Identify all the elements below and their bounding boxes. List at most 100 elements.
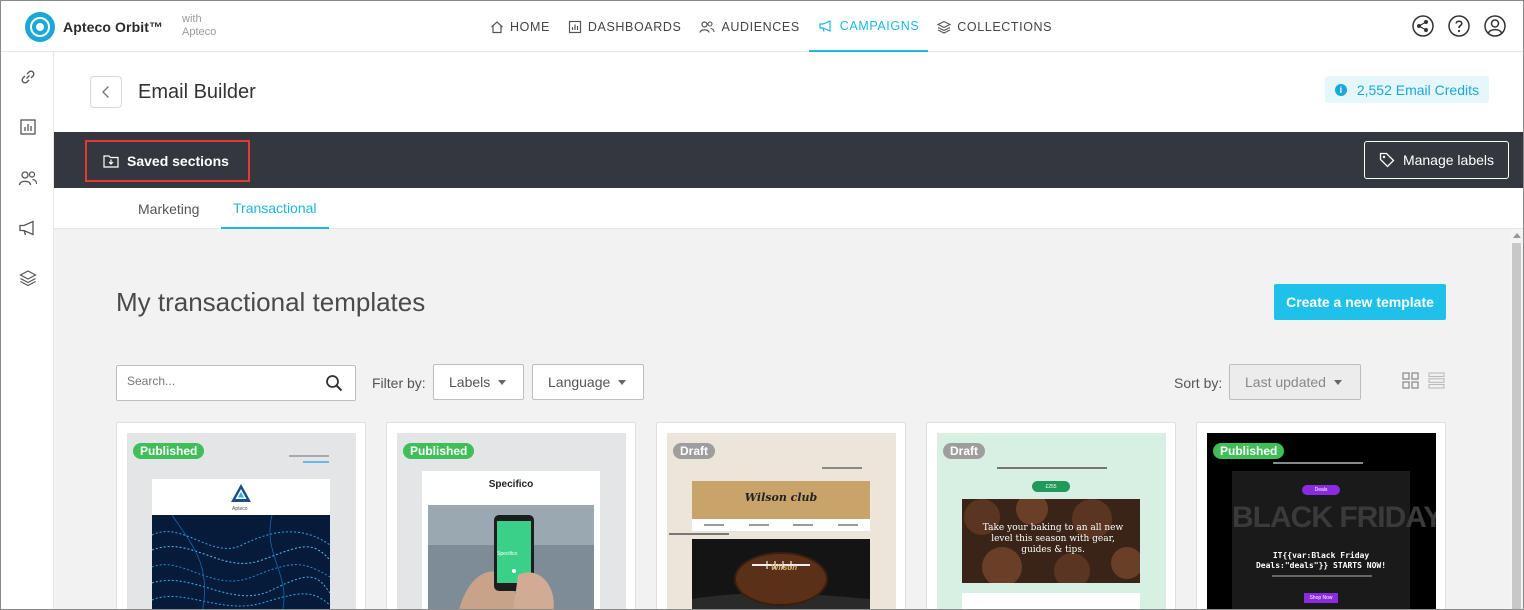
page-title: Email Builder bbox=[138, 81, 256, 103]
apteco-label: Apteco bbox=[182, 26, 217, 38]
nav-home[interactable]: HOME bbox=[481, 1, 559, 52]
saved-sections-button[interactable]: Saved sections bbox=[85, 140, 250, 182]
email-credits-badge: i 2,552 Email Credits bbox=[1324, 76, 1489, 103]
nav-audiences[interactable]: AUDIENCES bbox=[690, 1, 808, 52]
phone-photo-image bbox=[428, 505, 594, 609]
football-brand-text: Wilson bbox=[771, 563, 798, 572]
search-input[interactable] bbox=[127, 374, 317, 388]
section-title: My transactional templates bbox=[116, 287, 426, 317]
filter-by-label: Filter by: bbox=[372, 375, 426, 391]
football-image bbox=[692, 539, 870, 609]
nav-campaigns-label: CAMPAIGNS bbox=[839, 18, 920, 33]
card-cta-text: £255 bbox=[1045, 483, 1057, 490]
card-cta-text: Shop Now bbox=[1309, 595, 1333, 601]
template-card[interactable]: Draft £255 Take your baking to an all ne… bbox=[926, 422, 1176, 609]
create-template-button[interactable]: Create a new template bbox=[1274, 284, 1446, 320]
vertical-scrollbar[interactable] bbox=[1510, 229, 1523, 609]
chevron-left-icon bbox=[102, 86, 109, 98]
template-thumbnail: Draft Wilson club Wilson bbox=[667, 433, 896, 609]
template-thumbnail: Published Deals BLACK FRIDAY IT{{var:Bla… bbox=[1207, 433, 1436, 609]
chevron-down-icon bbox=[1333, 379, 1342, 385]
status-badge: Draft bbox=[943, 443, 986, 459]
apteco-brand-text: Apteco bbox=[232, 506, 248, 512]
black-friday-text: BLACK FRIDAY bbox=[1232, 501, 1436, 534]
nav-collections[interactable]: COLLECTIONS bbox=[928, 1, 1061, 52]
deals-pill-text: Deals bbox=[1314, 487, 1328, 493]
info-icon: i bbox=[1334, 83, 1347, 96]
card-headline: IT{{var:Black Friday Deals:"deals"}} STA… bbox=[1255, 551, 1387, 570]
builder-toolbar: Saved sections Manage labels bbox=[54, 132, 1523, 188]
layers-icon[interactable] bbox=[18, 268, 38, 288]
sort-dropdown-value: Last updated bbox=[1245, 374, 1326, 390]
help-icon[interactable] bbox=[1447, 14, 1471, 38]
card-headline: Take your baking to an all new level thi… bbox=[982, 523, 1124, 555]
view-toggle bbox=[1402, 372, 1445, 389]
search-box bbox=[116, 365, 356, 401]
share-network-icon[interactable] bbox=[1411, 14, 1435, 38]
labels-dropdown-value: Labels bbox=[449, 374, 491, 390]
megaphone-icon[interactable] bbox=[18, 218, 38, 238]
back-button[interactable] bbox=[90, 76, 122, 108]
app-frame: Apteco Orbit™ with Apteco HOME DASHBOARD… bbox=[0, 0, 1524, 610]
dashboard-icon bbox=[568, 20, 582, 33]
status-badge: Published bbox=[403, 443, 475, 459]
audiences-icon bbox=[699, 20, 715, 33]
template-tabs: Marketing Transactional bbox=[54, 188, 1523, 229]
app-name: Apteco Orbit™ bbox=[63, 19, 164, 35]
search-icon[interactable] bbox=[325, 374, 343, 392]
nav-dashboards-label: DASHBOARDS bbox=[587, 19, 682, 34]
template-thumbnail: Published Specifico Specifico bbox=[397, 433, 626, 609]
status-badge: Published bbox=[1213, 443, 1285, 459]
people-icon[interactable] bbox=[18, 168, 38, 188]
status-badge: Draft bbox=[673, 443, 716, 459]
with-label: with bbox=[182, 13, 202, 25]
link-icon[interactable] bbox=[18, 67, 38, 87]
page-header: Email Builder i 2,552 Email Credits bbox=[54, 52, 1523, 132]
nav-collections-label: COLLECTIONS bbox=[957, 19, 1053, 34]
email-credits-text: 2,552 Email Credits bbox=[1356, 81, 1479, 98]
tab-transactional[interactable]: Transactional bbox=[221, 188, 329, 229]
scroll-up-icon[interactable] bbox=[1513, 233, 1521, 238]
collections-icon bbox=[937, 20, 952, 34]
main-nav: HOME DASHBOARDS AUDIENCES CAMPAIGNS COLL… bbox=[481, 1, 1061, 52]
app-logo[interactable]: Apteco Orbit™ bbox=[25, 12, 163, 42]
folder-download-icon bbox=[103, 155, 119, 168]
home-icon bbox=[491, 20, 503, 33]
tab-marketing[interactable]: Marketing bbox=[126, 188, 211, 229]
grid-view-icon[interactable] bbox=[1402, 372, 1419, 389]
saved-sections-label: Saved sections bbox=[127, 153, 229, 169]
top-right-icons bbox=[1411, 14, 1507, 38]
templates-panel: My transactional templates Create a new … bbox=[54, 229, 1510, 609]
labels-dropdown[interactable]: Labels bbox=[433, 364, 524, 400]
nav-home-label: HOME bbox=[510, 19, 550, 34]
template-card[interactable]: Draft Wilson club Wilson bbox=[656, 422, 906, 609]
with-apteco: with Apteco bbox=[182, 13, 216, 39]
language-dropdown-value: Language bbox=[548, 374, 611, 390]
manage-labels-button[interactable]: Manage labels bbox=[1363, 141, 1509, 179]
campaigns-icon bbox=[819, 19, 831, 32]
data-waves-image bbox=[152, 515, 330, 609]
template-card[interactable]: Published Specifico Specifico bbox=[386, 422, 636, 609]
nav-dashboards[interactable]: DASHBOARDS bbox=[559, 1, 691, 52]
template-thumbnail: Published Apteco bbox=[127, 433, 356, 609]
sort-dropdown[interactable]: Last updated bbox=[1229, 364, 1361, 400]
phone-screen-text: Specifico bbox=[497, 551, 518, 557]
nav-campaigns[interactable]: CAMPAIGNS bbox=[808, 1, 929, 52]
template-card[interactable]: Published Deals BLACK FRIDAY IT{{var:Bla… bbox=[1196, 422, 1446, 609]
wilson-club-text: Wilson club bbox=[744, 491, 818, 504]
nav-audiences-label: AUDIENCES bbox=[721, 19, 800, 34]
user-account-icon[interactable] bbox=[1483, 14, 1507, 38]
apteco-logo-icon bbox=[231, 484, 251, 502]
list-view-icon[interactable] bbox=[1428, 372, 1445, 389]
specifico-brand-text: Specifico bbox=[488, 479, 534, 490]
template-card[interactable]: Published Apteco bbox=[116, 422, 366, 609]
manage-labels-label: Manage labels bbox=[1402, 152, 1494, 168]
left-rail bbox=[1, 52, 54, 609]
language-dropdown[interactable]: Language bbox=[532, 364, 644, 400]
scrollbar-thumb[interactable] bbox=[1512, 243, 1521, 609]
orbit-logo-icon bbox=[25, 12, 55, 42]
top-nav: Apteco Orbit™ with Apteco HOME DASHBOARD… bbox=[1, 1, 1523, 52]
chevron-down-icon bbox=[498, 379, 507, 385]
status-badge: Published bbox=[133, 443, 205, 459]
chart-icon[interactable] bbox=[18, 117, 38, 137]
